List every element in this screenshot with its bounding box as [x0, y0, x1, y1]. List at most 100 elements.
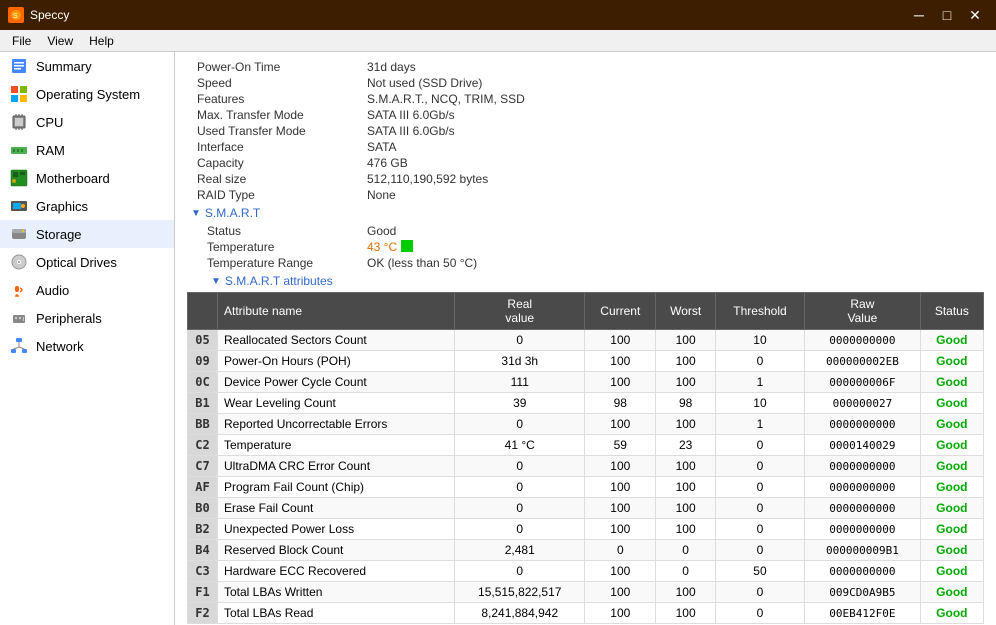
cell-raw: 0000000000: [805, 519, 921, 540]
cell-current: 100: [585, 582, 656, 603]
cell-current: 100: [585, 603, 656, 624]
value-usedtransfer: SATA III 6.0Gb/s: [367, 124, 455, 138]
title-bar: S Speccy ─ □ ✕: [0, 0, 996, 30]
smart-arrow-icon: ▼: [191, 208, 201, 219]
menu-help[interactable]: Help: [81, 32, 122, 50]
cell-worst: 0: [656, 561, 715, 582]
minimize-button[interactable]: ─: [906, 5, 932, 25]
smart-attributes-arrow-icon: ▼: [211, 276, 221, 287]
table-row: F1 Total LBAs Written 15,515,822,517 100…: [188, 582, 984, 603]
content-area: Power-On Time 31d days Speed Not used (S…: [175, 52, 996, 625]
sidebar-item-peripherals[interactable]: Peripherals: [0, 304, 174, 332]
table-row: BB Reported Uncorrectable Errors 0 100 1…: [188, 414, 984, 435]
menu-view[interactable]: View: [39, 32, 81, 50]
maximize-button[interactable]: □: [934, 5, 960, 25]
sidebar-item-network[interactable]: Network: [0, 332, 174, 360]
sidebar-item-cpu[interactable]: CPU: [0, 108, 174, 136]
cell-current: 100: [585, 351, 656, 372]
cell-real: 0: [455, 477, 585, 498]
info-row-temp-range: Temperature Range OK (less than 50 °C): [187, 256, 984, 270]
smart-attributes-header[interactable]: ▼ S.M.A.R.T attributes: [211, 274, 984, 288]
label-status: Status: [187, 224, 367, 238]
smart-attributes-section: ▼ S.M.A.R.T attributes: [187, 274, 984, 288]
cell-raw: 000000002EB: [805, 351, 921, 372]
cell-name: Temperature: [218, 435, 455, 456]
cell-status: Good: [920, 351, 983, 372]
cell-id: B0: [188, 498, 218, 519]
info-row-temperature: Temperature 43 °C: [187, 240, 984, 254]
col-header-raw: RawValue: [805, 293, 921, 330]
graphics-icon: [10, 197, 28, 215]
cell-status: Good: [920, 414, 983, 435]
value-capacity: 476 GB: [367, 156, 408, 170]
cell-threshold: 0: [715, 519, 804, 540]
cell-raw: 000000006F: [805, 372, 921, 393]
sidebar-label-audio: Audio: [36, 283, 69, 298]
ram-icon: [10, 141, 28, 159]
info-row-features: Features S.M.A.R.T., NCQ, TRIM, SSD: [187, 92, 984, 106]
cell-raw: 000000027: [805, 393, 921, 414]
content-scroll[interactable]: Power-On Time 31d days Speed Not used (S…: [175, 52, 996, 625]
label-interface: Interface: [187, 140, 367, 154]
info-row-speed: Speed Not used (SSD Drive): [187, 76, 984, 90]
close-button[interactable]: ✕: [962, 5, 988, 25]
sidebar-label-storage: Storage: [36, 227, 82, 242]
sidebar-item-os[interactable]: Operating System: [0, 80, 174, 108]
sidebar-item-optical[interactable]: Optical Drives: [0, 248, 174, 276]
sidebar-item-storage[interactable]: Storage: [0, 220, 174, 248]
cell-id: F1: [188, 582, 218, 603]
col-header-current: Current: [585, 293, 656, 330]
cell-threshold: 10: [715, 330, 804, 351]
menu-file[interactable]: File: [4, 32, 39, 50]
svg-text:S: S: [13, 13, 18, 20]
col-header-name: Attribute name: [218, 293, 455, 330]
cell-current: 100: [585, 330, 656, 351]
cell-status: Good: [920, 477, 983, 498]
cell-real: 8,241,884,942: [455, 603, 585, 624]
cell-real: 0: [455, 498, 585, 519]
sidebar-label-summary: Summary: [36, 59, 92, 74]
cell-threshold: 0: [715, 498, 804, 519]
col-header-worst: Worst: [656, 293, 715, 330]
cell-id: C2: [188, 435, 218, 456]
col-header-status: Status: [920, 293, 983, 330]
cell-threshold: 0: [715, 435, 804, 456]
sidebar-item-ram[interactable]: RAM: [0, 136, 174, 164]
cell-id: C3: [188, 561, 218, 582]
smart-section-header[interactable]: ▼ S.M.A.R.T: [187, 206, 984, 220]
cell-id: B2: [188, 519, 218, 540]
cell-current: 100: [585, 372, 656, 393]
menu-bar: File View Help: [0, 30, 996, 52]
info-row-realsize: Real size 512,110,190,592 bytes: [187, 172, 984, 186]
label-features: Features: [187, 92, 367, 106]
cell-status: Good: [920, 456, 983, 477]
value-maxtransfer: SATA III 6.0Gb/s: [367, 108, 455, 122]
label-speed: Speed: [187, 76, 367, 90]
cell-name: Program Fail Count (Chip): [218, 477, 455, 498]
cell-id: B4: [188, 540, 218, 561]
value-status: Good: [367, 224, 396, 238]
sidebar-label-motherboard: Motherboard: [36, 171, 110, 186]
cell-status: Good: [920, 330, 983, 351]
cell-current: 0: [585, 540, 656, 561]
title-bar-left: S Speccy: [8, 7, 69, 23]
sidebar-item-motherboard[interactable]: Motherboard: [0, 164, 174, 192]
sidebar-item-summary[interactable]: Summary: [0, 52, 174, 80]
sidebar-item-graphics[interactable]: Graphics: [0, 192, 174, 220]
cell-status: Good: [920, 519, 983, 540]
smart-attributes-link[interactable]: S.M.A.R.T attributes: [225, 274, 333, 288]
sidebar-label-network: Network: [36, 339, 84, 354]
cell-raw: 00EB412F0E: [805, 603, 921, 624]
cell-worst: 100: [656, 414, 715, 435]
cell-worst: 100: [656, 372, 715, 393]
cell-id: F2: [188, 603, 218, 624]
table-row: B2 Unexpected Power Loss 0 100 100 0 000…: [188, 519, 984, 540]
network-icon: [10, 337, 28, 355]
cell-status: Good: [920, 540, 983, 561]
cell-current: 100: [585, 498, 656, 519]
value-raidtype: None: [367, 188, 396, 202]
cell-threshold: 1: [715, 372, 804, 393]
sidebar-item-audio[interactable]: Audio: [0, 276, 174, 304]
cell-name: Unexpected Power Loss: [218, 519, 455, 540]
table-row: 0C Device Power Cycle Count 111 100 100 …: [188, 372, 984, 393]
